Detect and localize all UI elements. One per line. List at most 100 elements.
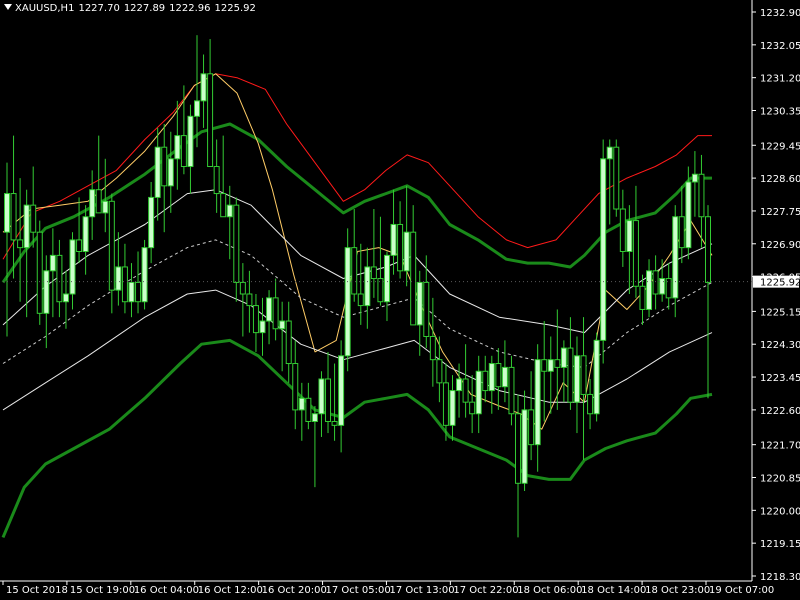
time-tick-label: 17 Oct 05:00: [326, 585, 391, 596]
candle-body: [148, 196, 155, 249]
candle: [17, 178, 24, 302]
candle: [30, 166, 37, 248]
candle: [121, 243, 128, 314]
time-tick-label: 18 Oct 06:00: [517, 585, 582, 596]
candle: [108, 193, 115, 314]
candle: [193, 35, 200, 148]
candle: [429, 297, 436, 387]
candle: [462, 344, 469, 418]
candle-body: [325, 378, 332, 422]
candle-body: [154, 146, 161, 198]
candle: [691, 151, 698, 217]
candle: [573, 336, 580, 434]
candle-body: [331, 420, 338, 426]
candle: [541, 321, 548, 422]
candle-body: [705, 216, 711, 283]
candle-body: [351, 247, 358, 295]
candle-body: [318, 378, 325, 415]
candle-body: [213, 166, 220, 195]
candle: [305, 382, 312, 430]
time-tick-label: 16 Oct 04:00: [134, 585, 199, 596]
candle-body: [259, 320, 266, 334]
price-chart[interactable]: 1232.90 1232.05 1231.20 1230.35 1229.45 1228.…: [0, 0, 800, 600]
candle: [135, 251, 142, 314]
candle-body: [128, 281, 135, 303]
candle: [115, 232, 122, 306]
candle: [76, 197, 83, 264]
candle-body: [187, 115, 194, 168]
candle: [475, 355, 482, 434]
candle-body: [632, 220, 639, 287]
candle: [36, 220, 43, 325]
price-tick-label: 1227.75: [760, 207, 800, 218]
candle-body: [226, 204, 233, 218]
candle: [43, 255, 50, 349]
candle: [560, 340, 567, 403]
candle-body: [508, 366, 515, 415]
candle: [89, 170, 96, 240]
price-tick-label: 1219.15: [760, 539, 800, 550]
candle-body: [252, 305, 259, 334]
candle-body: [515, 413, 522, 484]
candle: [318, 371, 325, 437]
candle-body: [462, 378, 469, 403]
price-tick-label: 1223.45: [760, 373, 800, 384]
candle-body: [233, 204, 240, 283]
time-tick-label: 17 Oct 13:00: [389, 585, 454, 596]
time-tick-label: 16 Oct 12:00: [198, 585, 263, 596]
candle: [82, 205, 89, 275]
candle-body: [390, 223, 397, 256]
candle: [410, 205, 417, 326]
candle: [587, 378, 594, 430]
candle: [351, 209, 358, 302]
candle: [501, 340, 508, 403]
candle: [665, 263, 672, 310]
candle-body: [102, 200, 109, 214]
candle-body: [436, 359, 443, 384]
candle: [567, 317, 574, 410]
candle-body: [69, 239, 76, 295]
candle-body: [200, 73, 207, 102]
candles: [4, 35, 711, 538]
candle: [338, 340, 345, 453]
candle: [593, 332, 600, 422]
candle-body: [423, 281, 430, 337]
candle-body: [475, 370, 482, 415]
candle: [266, 290, 273, 345]
current-price-label: 1225.92: [760, 278, 800, 289]
candle: [613, 139, 620, 217]
price-tick-label: 1224.30: [760, 340, 800, 351]
candle-body: [528, 409, 535, 446]
candle: [325, 351, 332, 434]
candle-body: [554, 359, 561, 368]
candle-body: [62, 293, 69, 303]
candle-body: [193, 100, 200, 117]
candle-body: [220, 193, 227, 218]
candle-body: [383, 254, 390, 303]
candle-body: [652, 270, 659, 295]
candle: [639, 274, 646, 325]
candle-body: [449, 390, 456, 426]
candle: [69, 232, 76, 310]
candle-body: [246, 293, 253, 307]
candle: [62, 270, 69, 329]
time-tick-label: 15 Oct 19:00: [70, 585, 135, 596]
candle-body: [207, 73, 214, 168]
candle-body: [167, 158, 174, 187]
candle: [23, 189, 30, 318]
candle: [600, 139, 607, 364]
candle-body: [279, 320, 286, 330]
candle: [580, 317, 587, 461]
candle-body: [541, 359, 548, 372]
candle-body: [338, 355, 345, 426]
candle: [672, 205, 679, 318]
price-tick-label: 1220.85: [760, 473, 800, 484]
price-tick-label: 1222.60: [760, 406, 800, 417]
candle-body: [180, 135, 187, 168]
candle: [403, 185, 410, 287]
candle: [652, 255, 659, 310]
candle: [370, 209, 377, 298]
candle: [364, 247, 371, 329]
candle-body: [587, 393, 594, 415]
candle: [606, 139, 613, 225]
